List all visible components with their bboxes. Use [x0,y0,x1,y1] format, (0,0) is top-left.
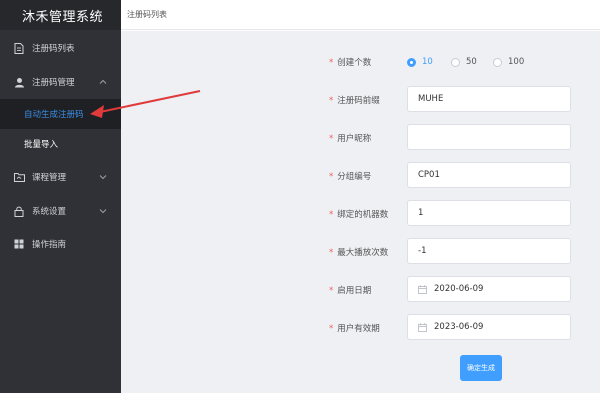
breadcrumb-current: 注册码列表 [127,10,167,19]
start-date-picker[interactable]: 2020-06-09 [407,276,571,302]
nickname-label: * 用户昵称 [329,134,372,144]
user-expiry-picker[interactable]: 2023-06-09 [407,314,571,340]
sidebar-item-guide[interactable]: 操作指南 [0,229,121,259]
prefix-label: * 注册码前缀 [329,96,380,106]
chevron-down-icon [99,175,107,180]
radio-circle [493,57,502,67]
sidebar-item-auto-generate[interactable]: 自动生成注册码 [0,99,121,129]
sidebar-item-label: 操作指南 [32,240,67,250]
app-title: 沐禾管理系统 [0,0,121,30]
sidebar-item-label: 注册码管理 [32,78,75,88]
chevron-up-icon [99,79,107,84]
group-code-label: * 分组编号 [329,172,372,182]
sidebar-item-label: 注册码列表 [32,44,75,54]
breadcrumb: 注册码列表 [121,0,600,30]
sidebar-item-code-management[interactable]: 注册码管理 [0,67,121,97]
generate-button[interactable]: 确定生成 [460,355,502,381]
max-plays-input[interactable]: -1 [407,238,571,264]
create-count-radio-10[interactable]: 10 [407,57,433,67]
calendar-icon [418,284,427,294]
sidebar-item-code-list[interactable]: 注册码列表 [0,33,121,63]
sidebar-item-course-management[interactable]: 课程管理 [0,162,121,192]
sidebar-item-label: 课程管理 [32,173,67,183]
user-expiry-value: 2023-06-09 [434,322,484,332]
prefix-input[interactable]: MUHE [407,86,571,112]
create-count-label: * 创建个数 [329,58,372,68]
chevron-down-icon [99,209,107,214]
bound-machines-input[interactable]: 1 [407,200,571,226]
grid-icon [13,238,25,250]
user-expiry-label: * 用户有效期 [329,324,380,334]
sidebar: 沐禾管理系统 注册码列表 注册码管理 自动生成注册码 批量导入 课程管理 系统设… [0,0,121,393]
create-count-radio-50[interactable]: 50 [451,57,477,67]
sidebar-item-label: 系统设置 [32,207,67,217]
max-plays-label: * 最大播放次数 [329,248,389,258]
calendar-icon [418,322,427,332]
group-code-input[interactable]: CP01 [407,162,571,188]
bound-machines-label: * 绑定的机器数 [329,210,389,220]
sidebar-item-batch-import[interactable]: 批量导入 [0,129,121,159]
sidebar-item-system-settings[interactable]: 系统设置 [0,196,121,226]
user-icon [13,76,25,88]
start-date-value: 2020-06-09 [434,284,484,294]
document-icon [13,42,25,54]
radio-circle [451,57,460,67]
nickname-input[interactable] [407,124,571,150]
lock-icon [13,205,25,217]
folder-icon [13,171,25,183]
start-date-label: * 启用日期 [329,286,372,296]
generate-form: * 创建个数 10 50 100 * 注册码前缀 MUHE * 用户昵称 * 分组编号 … [121,31,600,393]
radio-circle [407,57,416,67]
create-count-radio-100[interactable]: 100 [493,57,524,67]
